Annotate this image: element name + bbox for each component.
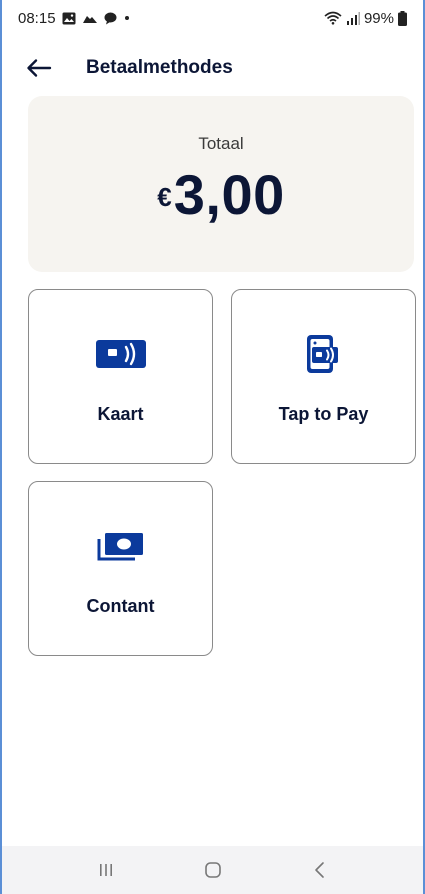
cloud-icon (82, 13, 98, 24)
dot-icon (123, 14, 131, 22)
system-nav-bar (2, 846, 423, 894)
back-button[interactable] (26, 50, 62, 86)
amount-value: 3,00 (173, 163, 285, 226)
battery-icon (398, 10, 407, 26)
header: Betaalmethodes (2, 50, 423, 86)
total-amount: € 3,00 (28, 162, 414, 227)
recent-apps-button[interactable] (86, 850, 126, 890)
payment-method-contant[interactable]: Contant (28, 481, 213, 656)
image-icon (62, 12, 76, 25)
currency-symbol: € (157, 182, 172, 212)
app-screen: 08:15 99% Betaalmethodes Totaal € 3,00 K… (0, 0, 425, 894)
total-label: Totaal (198, 134, 244, 153)
cash-icon (97, 526, 145, 566)
card-contactless-icon (95, 334, 146, 374)
home-icon (204, 862, 221, 878)
status-left: 08:15 (18, 10, 131, 27)
phone-tap-icon (304, 334, 344, 374)
total-card: Totaal € 3,00 (28, 96, 414, 272)
method-label: Kaart (97, 404, 144, 424)
home-button[interactable] (193, 850, 233, 890)
system-back-button[interactable] (300, 850, 340, 890)
page-title: Betaalmethodes (86, 57, 233, 78)
battery-percent: 99% (363, 9, 394, 27)
payment-method-tap-to-pay[interactable]: Tap to Pay (231, 289, 416, 464)
back-icon (314, 862, 324, 878)
status-bar: 08:15 99% (2, 0, 423, 36)
method-label: Tap to Pay (278, 404, 369, 424)
chat-icon (104, 12, 117, 25)
signal-icon (346, 11, 360, 25)
arrow-left-icon (27, 59, 52, 77)
method-label: Contant (86, 596, 155, 616)
status-time: 08:15 (18, 9, 56, 27)
payment-method-card[interactable]: Kaart (28, 289, 213, 464)
recent-apps-icon (99, 864, 112, 876)
status-right: 99% (324, 10, 407, 27)
wifi-icon (324, 11, 342, 25)
